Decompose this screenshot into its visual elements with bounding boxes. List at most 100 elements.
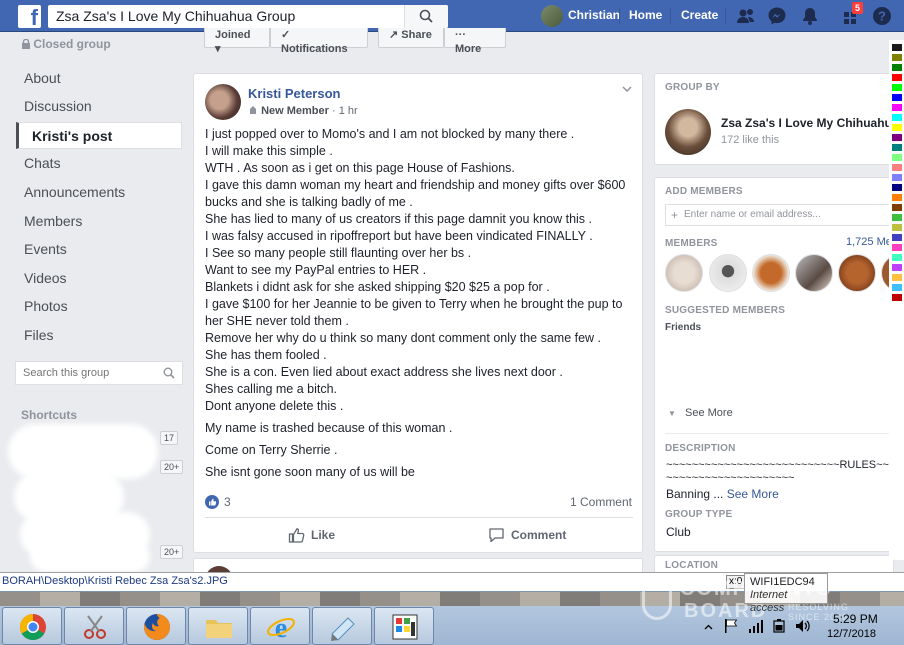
svg-text:e: e [275,613,287,642]
taskbar-notepad-button[interactable] [312,607,372,645]
nav-item-chats[interactable]: Chats [16,150,182,177]
home-link[interactable]: Home [629,8,662,22]
create-link[interactable]: Create [681,8,718,22]
svg-text:?: ? [878,9,886,24]
color-swatch[interactable] [892,284,902,291]
battery-icon[interactable] [772,618,788,634]
taskbar-firefox-button[interactable] [126,607,186,645]
group-search-input[interactable] [16,362,156,384]
see-more-link[interactable]: See More [685,407,733,419]
flag-icon[interactable] [724,618,738,634]
color-swatch[interactable] [892,194,902,201]
group-page-avatar[interactable] [665,109,711,155]
wifi-signal-icon[interactable] [748,618,764,634]
group-search-box[interactable] [15,361,183,385]
post-timestamp[interactable]: 1 hr [339,105,358,117]
color-swatch[interactable] [892,54,902,61]
new-member-badge: New Member [261,105,329,117]
nav-item-members[interactable]: Members [16,208,182,235]
color-swatch[interactable] [892,44,902,51]
nav-item-photos[interactable]: Photos [16,293,182,320]
reactions-summary[interactable]: 3 [205,495,231,509]
user-avatar[interactable] [541,5,563,27]
member-avatar[interactable] [752,254,790,292]
color-swatch[interactable] [892,184,902,191]
group-page-name[interactable]: Zsa Zsa's I Love My Chihuahua [721,116,893,130]
author-avatar[interactable] [205,84,241,120]
nav-item-videos[interactable]: Videos [16,265,182,292]
divider [205,517,633,518]
thumbs-up-icon [288,528,305,543]
messenger-icon[interactable] [767,6,787,26]
add-member-input[interactable]: + Enter name or email address... [665,204,893,226]
color-swatch[interactable] [892,94,902,101]
member-avatar[interactable] [665,254,703,292]
taskbar-explorer-button[interactable] [188,607,248,645]
meta-dot: · [331,105,339,117]
taskbar-paint-button[interactable] [374,607,434,645]
member-avatar[interactable] [795,254,833,292]
members-count-link[interactable]: 1,725 Me [846,236,892,248]
like-button[interactable]: Like [288,527,335,543]
global-search-box[interactable]: Zsa Zsa's I Love My Chihuahua Group [48,5,448,28]
more-button[interactable]: ··· More [444,28,506,55]
notifications-bell-icon[interactable] [800,6,820,26]
color-swatch[interactable] [892,64,902,71]
color-swatch[interactable] [892,264,902,271]
clock-date[interactable]: 12/7/2018 [827,628,876,640]
member-avatar[interactable] [838,254,876,292]
nav-item-discussion[interactable]: Discussion [16,93,182,120]
color-swatch[interactable] [892,144,902,151]
nav-item-files[interactable]: Files [16,322,182,349]
color-swatch[interactable] [892,74,902,81]
color-swatch[interactable] [892,104,902,111]
profile-link[interactable]: Christian [568,8,620,22]
member-avatar[interactable] [709,254,747,292]
color-swatch[interactable] [892,154,902,161]
description-see-more-link[interactable]: See More [727,487,779,501]
post-card: Kristi Peterson New Member · 1 hr I just… [193,73,643,553]
nav-item-events[interactable]: Events [16,236,182,263]
color-swatch[interactable] [892,254,902,261]
notifications-button[interactable]: ✓ Notifications [270,28,368,55]
color-swatch[interactable] [892,274,902,281]
color-swatch[interactable] [892,124,902,131]
joined-button[interactable]: Joined ▾ [204,28,270,55]
color-swatch[interactable] [892,224,902,231]
global-search-input[interactable]: Zsa Zsa's I Love My Chihuahua Group [56,8,295,24]
color-swatch[interactable] [892,134,902,141]
taskbar-ie-button[interactable]: e [250,607,310,645]
color-swatch[interactable] [892,174,902,181]
comment-count-link[interactable]: 1 Comment [570,495,632,509]
post-author-name[interactable]: Kristi Peterson [248,86,340,101]
color-swatch[interactable] [892,114,902,121]
post-line: I gave this damn woman my heart and frie… [205,178,626,192]
nav-item-kristis-post[interactable]: Kristi's post [16,122,182,149]
color-swatch[interactable] [892,164,902,171]
volume-icon[interactable] [795,618,811,634]
nav-item-announcements[interactable]: Announcements [16,179,182,206]
nav-item-about[interactable]: About [16,65,182,92]
facebook-logo[interactable]: f [18,5,41,28]
share-button[interactable]: ↗ Share [378,28,444,48]
post-paragraph: She isnt gone soon many of us will be [205,465,415,479]
color-swatch[interactable] [892,234,902,241]
search-button[interactable] [404,5,448,28]
color-swatch[interactable] [892,214,902,221]
color-swatch[interactable] [892,294,902,301]
color-swatch[interactable] [892,84,902,91]
comment-bubble-icon [489,528,504,543]
taskbar-snipping-tool-button[interactable] [64,607,124,645]
comment-button[interactable]: Comment [488,527,566,543]
color-swatch[interactable] [892,244,902,251]
color-swatch[interactable] [892,204,902,211]
internet-explorer-icon: e [267,613,295,642]
clock-time[interactable]: 5:29 PM [833,612,878,626]
chevron-down-icon[interactable] [622,86,632,92]
folder-icon [206,620,232,638]
chevron-up-icon[interactable] [704,624,713,630]
help-question-icon[interactable]: ? [872,6,892,26]
lock-icon [22,38,30,49]
friend-requests-icon[interactable] [736,6,756,26]
taskbar-chrome-button[interactable] [2,607,62,645]
